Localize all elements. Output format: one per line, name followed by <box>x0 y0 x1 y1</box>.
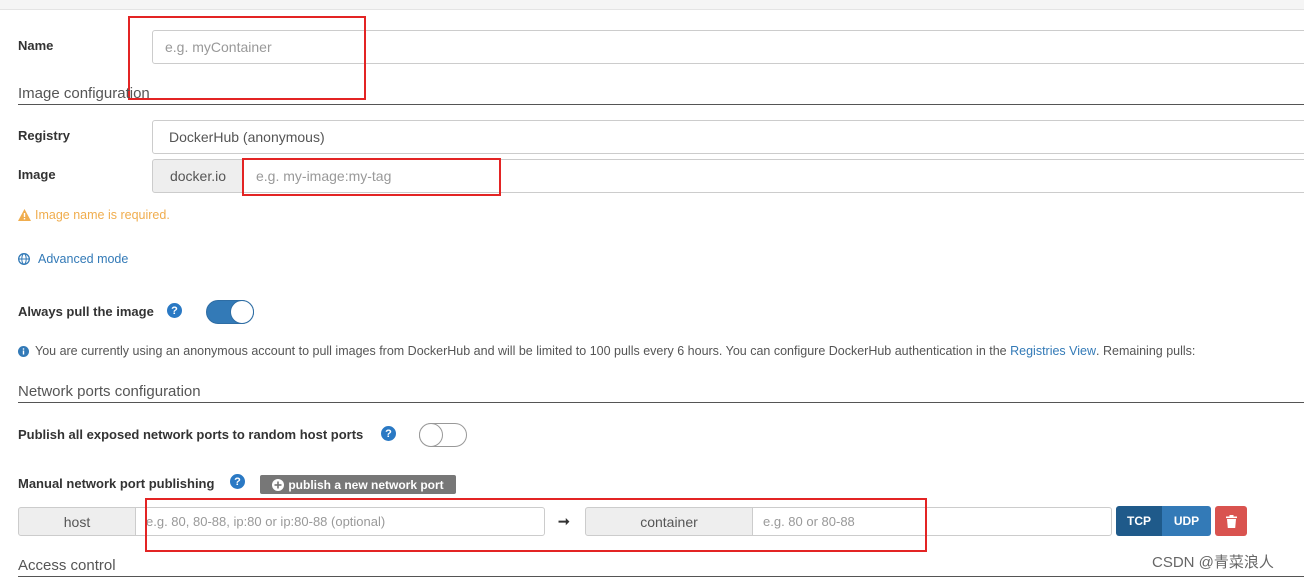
name-label: Name <box>18 38 54 53</box>
container-addon-text: container <box>640 513 698 530</box>
trash-icon <box>1225 514 1237 528</box>
container-addon: container <box>585 507 753 536</box>
image-prefix-text: docker.io <box>169 168 227 184</box>
publish-all-label: Publish all exposed network ports to ran… <box>18 427 364 442</box>
access-control-divider <box>18 576 1304 577</box>
registries-view-link[interactable]: Registries View <box>1010 344 1096 358</box>
tcp-label: TCP <box>1127 514 1151 528</box>
registry-label: Registry <box>18 128 71 143</box>
info-text: You are currently using an anonymous acc… <box>35 344 1007 358</box>
watermark: CSDN @青菜浪人 <box>1152 554 1274 571</box>
network-divider <box>18 402 1304 403</box>
warning-icon <box>18 209 31 221</box>
host-port-input[interactable] <box>135 507 545 536</box>
toggle-knob <box>230 300 254 324</box>
arrow-right-icon: ➞ <box>558 513 570 529</box>
warning-text: Image name is required. <box>35 208 170 222</box>
info-suffix: . Remaining pulls: <box>1096 344 1196 358</box>
host-addon: host <box>18 507 136 536</box>
image-input[interactable] <box>243 159 1304 193</box>
always-pull-toggle[interactable] <box>206 300 254 324</box>
help-icon[interactable]: ? <box>381 426 396 441</box>
image-warning: Image name is required. <box>18 208 170 222</box>
image-label: Image <box>18 167 56 182</box>
delete-port-button[interactable] <box>1215 506 1247 536</box>
globe-icon <box>18 253 30 265</box>
publish-all-toggle[interactable] <box>419 423 467 447</box>
advanced-mode-text: Advanced mode <box>38 252 129 266</box>
image-config-title: Image configuration <box>18 85 150 102</box>
info-icon <box>18 345 29 357</box>
publish-port-label: publish a new network port <box>288 477 444 492</box>
udp-label: UDP <box>1173 514 1200 528</box>
always-pull-label: Always pull the image <box>18 304 154 319</box>
plus-circle-icon <box>272 478 285 491</box>
registry-select[interactable]: DockerHub (anonymous) <box>152 120 1304 154</box>
image-config-divider <box>18 104 1304 105</box>
name-input[interactable] <box>152 30 1304 64</box>
host-addon-text: host <box>63 513 91 530</box>
udp-button[interactable]: UDP <box>1162 506 1211 536</box>
help-icon[interactable]: ? <box>167 303 182 318</box>
manual-publishing-label: Manual network port publishing <box>18 476 215 491</box>
network-section-title: Network ports configuration <box>18 383 201 400</box>
access-control-title: Access control <box>18 557 116 574</box>
help-icon[interactable]: ? <box>230 474 245 489</box>
top-bar <box>0 0 1304 10</box>
dockerhub-info: You are currently using an anonymous acc… <box>18 344 1195 358</box>
registry-value: DockerHub (anonymous) <box>169 129 325 145</box>
toggle-knob <box>419 423 443 447</box>
container-port-input[interactable] <box>752 507 1112 536</box>
image-registry-prefix: docker.io <box>152 159 244 193</box>
tcp-button[interactable]: TCP <box>1116 506 1162 536</box>
advanced-mode-link[interactable]: Advanced mode <box>18 252 128 266</box>
publish-port-button[interactable]: publish a new network port <box>260 475 456 494</box>
